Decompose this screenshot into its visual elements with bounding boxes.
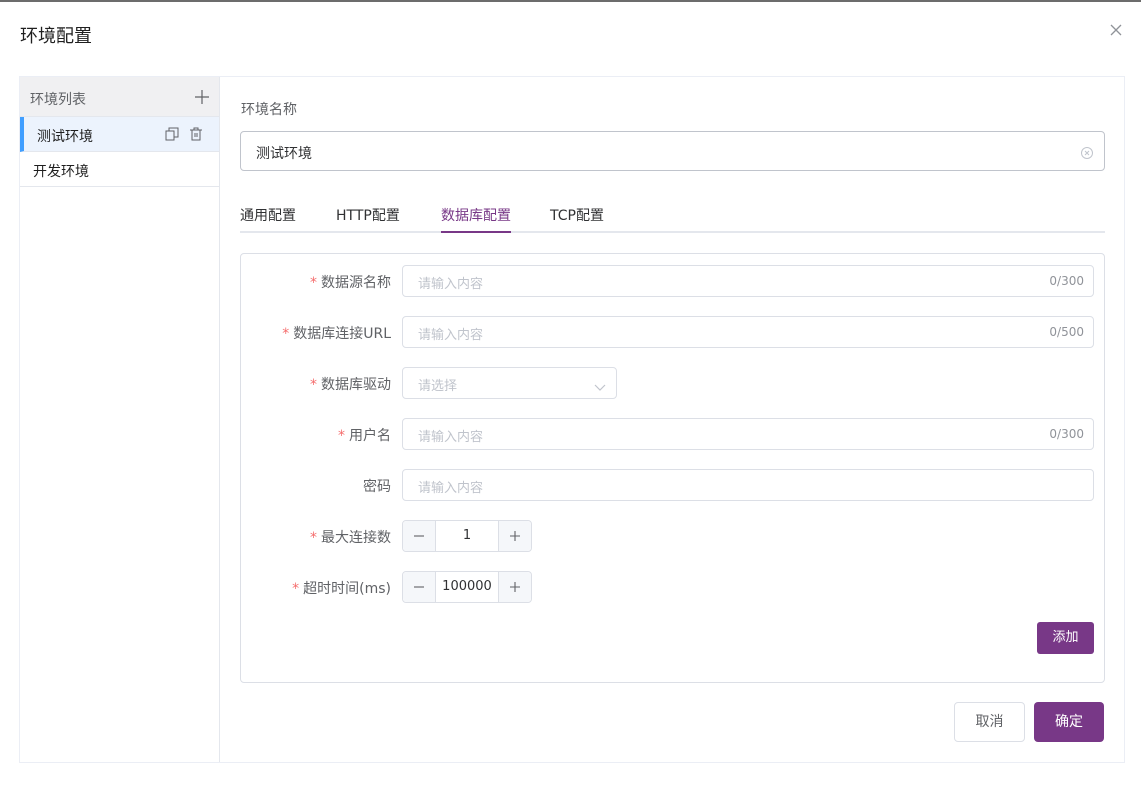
top-border	[0, 0, 1141, 2]
tab-http[interactable]: HTTP配置	[336, 205, 400, 233]
env-item-dev[interactable]: 开发环境	[20, 152, 219, 187]
max-connections-label: * 最大连接数	[310, 530, 391, 546]
add-button[interactable]: 添加	[1037, 622, 1094, 654]
delete-icon[interactable]	[189, 127, 203, 141]
username-label: * 用户名	[338, 428, 391, 444]
form-row-timeout: * 超时时间(ms) 100000	[241, 571, 1104, 603]
database-config-form: * 数据源名称 请输入内容 0/300 * 数据库连接URL 请输入内容 0/500…	[240, 253, 1105, 683]
increment-button[interactable]	[498, 521, 531, 551]
timeout-label: * 超时时间(ms)	[292, 581, 391, 597]
sidebar-header: 环境列表	[20, 77, 219, 117]
env-name-input[interactable]: 测试环境	[240, 131, 1105, 171]
timeout-stepper: 100000	[402, 571, 532, 603]
form-row-password: 密码 请输入内容	[241, 469, 1104, 501]
max-connections-stepper: 1	[402, 520, 532, 552]
char-counter: 0/300	[1049, 274, 1084, 288]
form-row-db-url: * 数据库连接URL 请输入内容 0/500	[241, 316, 1104, 348]
required-mark: *	[310, 530, 317, 546]
required-mark: *	[338, 428, 345, 444]
tab-general[interactable]: 通用配置	[240, 205, 296, 233]
sidebar-title: 环境列表	[30, 92, 86, 108]
clear-icon[interactable]	[1080, 145, 1094, 159]
timeout-value[interactable]: 100000	[436, 579, 498, 594]
env-name-value: 测试环境	[256, 146, 312, 162]
cancel-button[interactable]: 取消	[954, 702, 1025, 742]
dialog-title: 环境配置	[20, 26, 92, 47]
db-url-placeholder: 请输入内容	[418, 328, 484, 343]
dialog-body: 环境列表 测试环境 开发环境 环境名称 测试环境 通用配置 HTTP配置 数据库…	[19, 76, 1125, 763]
env-item-label: 开发环境	[33, 164, 89, 180]
env-name-label: 环境名称	[241, 102, 297, 118]
required-mark: *	[282, 326, 290, 342]
char-counter: 0/300	[1049, 427, 1084, 441]
password-label: 密码	[363, 479, 391, 495]
datasource-name-placeholder: 请输入内容	[418, 277, 484, 292]
db-driver-placeholder: 请选择	[418, 379, 458, 394]
password-input[interactable]: 请输入内容	[402, 469, 1094, 501]
copy-icon[interactable]	[165, 127, 179, 141]
char-counter: 0/500	[1049, 325, 1084, 339]
close-icon[interactable]	[1109, 22, 1125, 38]
confirm-button[interactable]: 确定	[1034, 702, 1104, 742]
active-tab-indicator	[441, 231, 511, 233]
form-row-username: * 用户名 请输入内容 0/300	[241, 418, 1104, 450]
username-input[interactable]: 请输入内容 0/300	[402, 418, 1094, 450]
env-item-test[interactable]: 测试环境	[20, 117, 219, 152]
db-url-input[interactable]: 请输入内容 0/500	[402, 316, 1094, 348]
env-sidebar: 环境列表 测试环境 开发环境	[20, 77, 220, 762]
env-config-panel: 环境名称 测试环境 通用配置 HTTP配置 数据库配置 TCP配置 * 数据源名称…	[220, 77, 1124, 762]
config-tabs: 通用配置 HTTP配置 数据库配置 TCP配置	[240, 201, 1105, 233]
form-row-max-connections: * 最大连接数 1	[241, 520, 1104, 552]
db-driver-select[interactable]: 请选择	[402, 367, 617, 399]
password-placeholder: 请输入内容	[418, 481, 484, 496]
required-mark: *	[292, 581, 300, 597]
increment-button[interactable]	[498, 572, 531, 602]
max-connections-value[interactable]: 1	[436, 528, 498, 543]
add-env-icon[interactable]	[195, 89, 209, 104]
decrement-button[interactable]	[403, 521, 436, 551]
db-driver-label: * 数据库驱动	[310, 377, 391, 393]
required-mark: *	[310, 377, 317, 393]
form-row-db-driver: * 数据库驱动 请选择	[241, 367, 1104, 399]
db-url-label: * 数据库连接URL	[282, 326, 391, 342]
tab-database[interactable]: 数据库配置	[441, 205, 511, 233]
decrement-button[interactable]	[403, 572, 436, 602]
username-placeholder: 请输入内容	[418, 430, 484, 445]
datasource-name-label: * 数据源名称	[310, 275, 391, 291]
env-item-label: 测试环境	[37, 129, 93, 145]
required-mark: *	[310, 275, 317, 291]
form-row-datasource-name: * 数据源名称 请输入内容 0/300	[241, 265, 1104, 297]
tab-tcp[interactable]: TCP配置	[550, 205, 604, 233]
datasource-name-input[interactable]: 请输入内容 0/300	[402, 265, 1094, 297]
chevron-down-icon	[594, 378, 606, 391]
